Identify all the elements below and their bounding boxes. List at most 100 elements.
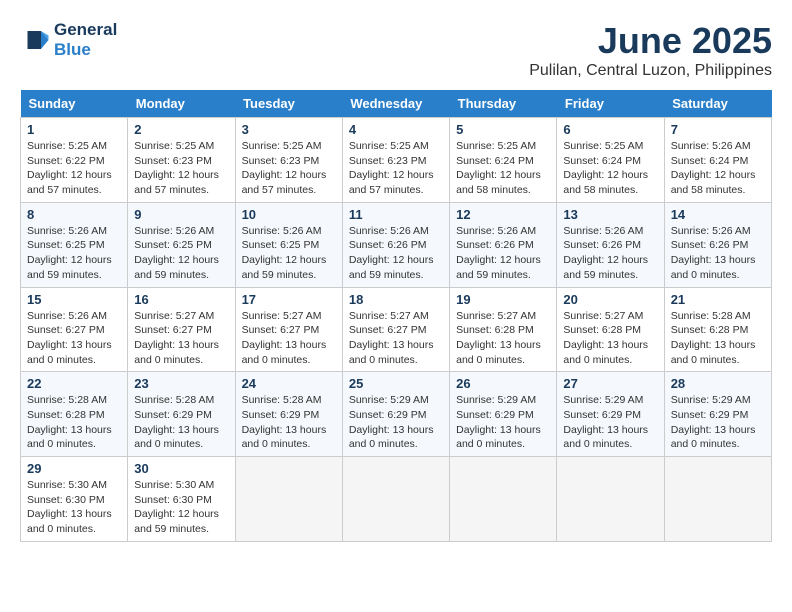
day-number: 2 bbox=[134, 122, 228, 137]
day-number: 11 bbox=[349, 207, 443, 222]
calendar-cell: 13 Sunrise: 5:26 AMSunset: 6:26 PMDaylig… bbox=[557, 202, 664, 287]
day-info: Sunrise: 5:25 AMSunset: 6:23 PMDaylight:… bbox=[134, 140, 219, 196]
calendar-cell: 9 Sunrise: 5:26 AMSunset: 6:25 PMDayligh… bbox=[128, 202, 235, 287]
day-info: Sunrise: 5:29 AMSunset: 6:29 PMDaylight:… bbox=[671, 394, 756, 450]
day-info: Sunrise: 5:27 AMSunset: 6:27 PMDaylight:… bbox=[349, 310, 434, 366]
day-number: 5 bbox=[456, 122, 550, 137]
header-saturday: Saturday bbox=[664, 90, 771, 118]
day-number: 13 bbox=[563, 207, 657, 222]
weekday-header-row: Sunday Monday Tuesday Wednesday Thursday… bbox=[21, 90, 772, 118]
day-info: Sunrise: 5:25 AMSunset: 6:23 PMDaylight:… bbox=[242, 140, 327, 196]
day-number: 1 bbox=[27, 122, 121, 137]
day-number: 29 bbox=[27, 461, 121, 476]
day-number: 24 bbox=[242, 376, 336, 391]
day-number: 21 bbox=[671, 292, 765, 307]
calendar-cell: 29 Sunrise: 5:30 AMSunset: 6:30 PMDaylig… bbox=[21, 457, 128, 542]
calendar-row: 15 Sunrise: 5:26 AMSunset: 6:27 PMDaylig… bbox=[21, 287, 772, 372]
day-number: 7 bbox=[671, 122, 765, 137]
calendar-row: 29 Sunrise: 5:30 AMSunset: 6:30 PMDaylig… bbox=[21, 457, 772, 542]
day-info: Sunrise: 5:26 AMSunset: 6:26 PMDaylight:… bbox=[563, 225, 648, 281]
calendar-cell: 18 Sunrise: 5:27 AMSunset: 6:27 PMDaylig… bbox=[342, 287, 449, 372]
day-number: 3 bbox=[242, 122, 336, 137]
day-info: Sunrise: 5:26 AMSunset: 6:25 PMDaylight:… bbox=[134, 225, 219, 281]
page-header: General Blue June 2025 Pulilan, Central … bbox=[20, 20, 772, 80]
day-number: 8 bbox=[27, 207, 121, 222]
day-info: Sunrise: 5:26 AMSunset: 6:26 PMDaylight:… bbox=[456, 225, 541, 281]
calendar-cell: 21 Sunrise: 5:28 AMSunset: 6:28 PMDaylig… bbox=[664, 287, 771, 372]
calendar-cell: 8 Sunrise: 5:26 AMSunset: 6:25 PMDayligh… bbox=[21, 202, 128, 287]
calendar-row: 8 Sunrise: 5:26 AMSunset: 6:25 PMDayligh… bbox=[21, 202, 772, 287]
calendar-cell: 6 Sunrise: 5:25 AMSunset: 6:24 PMDayligh… bbox=[557, 118, 664, 203]
day-info: Sunrise: 5:25 AMSunset: 6:23 PMDaylight:… bbox=[349, 140, 434, 196]
day-number: 14 bbox=[671, 207, 765, 222]
calendar-cell: 24 Sunrise: 5:28 AMSunset: 6:29 PMDaylig… bbox=[235, 372, 342, 457]
calendar-cell: 4 Sunrise: 5:25 AMSunset: 6:23 PMDayligh… bbox=[342, 118, 449, 203]
calendar-cell bbox=[664, 457, 771, 542]
logo: General Blue bbox=[20, 20, 117, 60]
day-info: Sunrise: 5:26 AMSunset: 6:25 PMDaylight:… bbox=[27, 225, 112, 281]
calendar-cell: 15 Sunrise: 5:26 AMSunset: 6:27 PMDaylig… bbox=[21, 287, 128, 372]
day-info: Sunrise: 5:30 AMSunset: 6:30 PMDaylight:… bbox=[134, 479, 219, 535]
day-info: Sunrise: 5:27 AMSunset: 6:28 PMDaylight:… bbox=[456, 310, 541, 366]
day-number: 28 bbox=[671, 376, 765, 391]
calendar-cell: 3 Sunrise: 5:25 AMSunset: 6:23 PMDayligh… bbox=[235, 118, 342, 203]
day-info: Sunrise: 5:26 AMSunset: 6:26 PMDaylight:… bbox=[349, 225, 434, 281]
day-info: Sunrise: 5:28 AMSunset: 6:29 PMDaylight:… bbox=[134, 394, 219, 450]
day-number: 9 bbox=[134, 207, 228, 222]
day-info: Sunrise: 5:26 AMSunset: 6:27 PMDaylight:… bbox=[27, 310, 112, 366]
calendar-cell: 23 Sunrise: 5:28 AMSunset: 6:29 PMDaylig… bbox=[128, 372, 235, 457]
calendar-cell: 11 Sunrise: 5:26 AMSunset: 6:26 PMDaylig… bbox=[342, 202, 449, 287]
calendar-cell bbox=[450, 457, 557, 542]
title-block: June 2025 Pulilan, Central Luzon, Philip… bbox=[529, 20, 772, 80]
day-info: Sunrise: 5:28 AMSunset: 6:28 PMDaylight:… bbox=[671, 310, 756, 366]
calendar-row: 1 Sunrise: 5:25 AMSunset: 6:22 PMDayligh… bbox=[21, 118, 772, 203]
day-info: Sunrise: 5:26 AMSunset: 6:26 PMDaylight:… bbox=[671, 225, 756, 281]
calendar-table: Sunday Monday Tuesday Wednesday Thursday… bbox=[20, 90, 772, 542]
calendar-cell: 7 Sunrise: 5:26 AMSunset: 6:24 PMDayligh… bbox=[664, 118, 771, 203]
day-number: 23 bbox=[134, 376, 228, 391]
day-number: 20 bbox=[563, 292, 657, 307]
calendar-cell bbox=[557, 457, 664, 542]
day-info: Sunrise: 5:25 AMSunset: 6:24 PMDaylight:… bbox=[456, 140, 541, 196]
day-number: 22 bbox=[27, 376, 121, 391]
calendar-cell: 5 Sunrise: 5:25 AMSunset: 6:24 PMDayligh… bbox=[450, 118, 557, 203]
day-number: 18 bbox=[349, 292, 443, 307]
day-number: 26 bbox=[456, 376, 550, 391]
calendar-cell: 1 Sunrise: 5:25 AMSunset: 6:22 PMDayligh… bbox=[21, 118, 128, 203]
day-number: 10 bbox=[242, 207, 336, 222]
header-sunday: Sunday bbox=[21, 90, 128, 118]
day-info: Sunrise: 5:30 AMSunset: 6:30 PMDaylight:… bbox=[27, 479, 112, 535]
header-thursday: Thursday bbox=[450, 90, 557, 118]
day-info: Sunrise: 5:27 AMSunset: 6:27 PMDaylight:… bbox=[242, 310, 327, 366]
day-info: Sunrise: 5:28 AMSunset: 6:28 PMDaylight:… bbox=[27, 394, 112, 450]
calendar-cell bbox=[342, 457, 449, 542]
day-info: Sunrise: 5:26 AMSunset: 6:25 PMDaylight:… bbox=[242, 225, 327, 281]
calendar-cell: 20 Sunrise: 5:27 AMSunset: 6:28 PMDaylig… bbox=[557, 287, 664, 372]
header-tuesday: Tuesday bbox=[235, 90, 342, 118]
day-number: 17 bbox=[242, 292, 336, 307]
day-number: 4 bbox=[349, 122, 443, 137]
header-friday: Friday bbox=[557, 90, 664, 118]
month-title: June 2025 bbox=[529, 20, 772, 62]
calendar-cell: 16 Sunrise: 5:27 AMSunset: 6:27 PMDaylig… bbox=[128, 287, 235, 372]
calendar-cell: 12 Sunrise: 5:26 AMSunset: 6:26 PMDaylig… bbox=[450, 202, 557, 287]
day-number: 25 bbox=[349, 376, 443, 391]
calendar-row: 22 Sunrise: 5:28 AMSunset: 6:28 PMDaylig… bbox=[21, 372, 772, 457]
header-wednesday: Wednesday bbox=[342, 90, 449, 118]
location: Pulilan, Central Luzon, Philippines bbox=[529, 62, 772, 80]
day-info: Sunrise: 5:28 AMSunset: 6:29 PMDaylight:… bbox=[242, 394, 327, 450]
calendar-cell: 22 Sunrise: 5:28 AMSunset: 6:28 PMDaylig… bbox=[21, 372, 128, 457]
calendar-cell: 2 Sunrise: 5:25 AMSunset: 6:23 PMDayligh… bbox=[128, 118, 235, 203]
day-number: 19 bbox=[456, 292, 550, 307]
calendar-cell: 19 Sunrise: 5:27 AMSunset: 6:28 PMDaylig… bbox=[450, 287, 557, 372]
logo-text-line2: Blue bbox=[54, 40, 117, 60]
calendar-cell: 17 Sunrise: 5:27 AMSunset: 6:27 PMDaylig… bbox=[235, 287, 342, 372]
day-number: 27 bbox=[563, 376, 657, 391]
calendar-cell: 27 Sunrise: 5:29 AMSunset: 6:29 PMDaylig… bbox=[557, 372, 664, 457]
day-number: 16 bbox=[134, 292, 228, 307]
calendar-cell: 25 Sunrise: 5:29 AMSunset: 6:29 PMDaylig… bbox=[342, 372, 449, 457]
day-number: 30 bbox=[134, 461, 228, 476]
day-info: Sunrise: 5:29 AMSunset: 6:29 PMDaylight:… bbox=[349, 394, 434, 450]
logo-icon bbox=[20, 25, 50, 55]
calendar-cell: 30 Sunrise: 5:30 AMSunset: 6:30 PMDaylig… bbox=[128, 457, 235, 542]
